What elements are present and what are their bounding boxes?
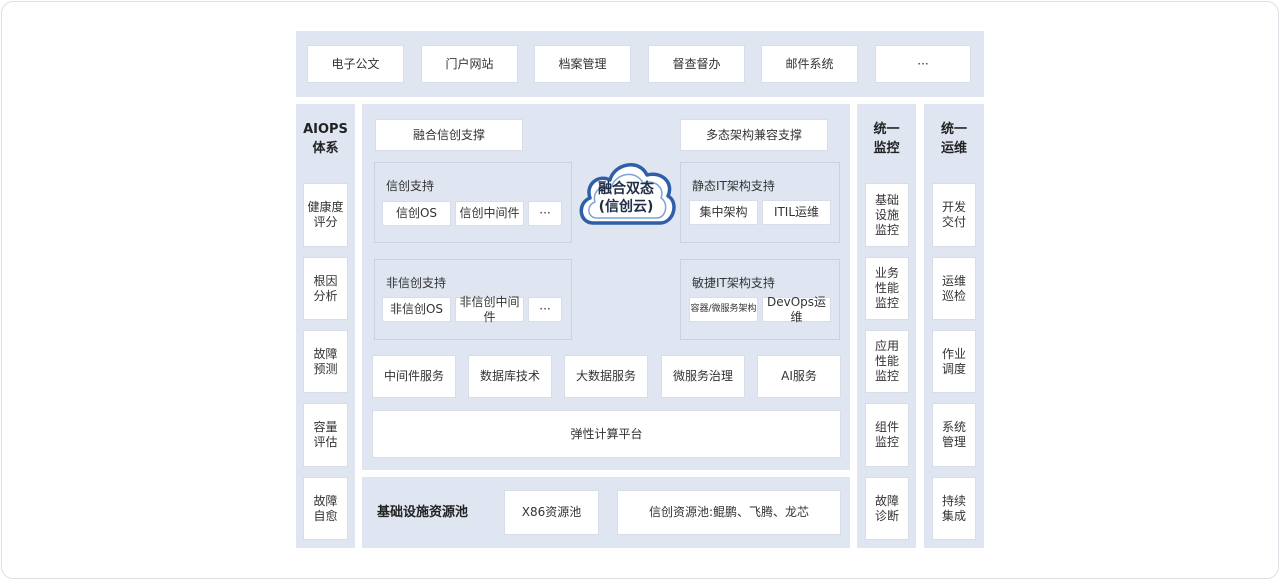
non-xinchuang-support-title: 非信创支持 xyxy=(386,276,447,290)
monitor-item-text: 性能 xyxy=(874,281,899,295)
aiops-item-fault-predict: 故障 预测 xyxy=(303,330,348,393)
ai-service-box: AI服务 xyxy=(757,355,841,398)
aiops-item-text: 故障 xyxy=(313,346,338,361)
monitor-item-text: 业务 xyxy=(874,266,899,280)
ops-item-dev-delivery: 开发 交付 xyxy=(932,183,976,247)
monitor-item-text: 故障 xyxy=(874,493,899,508)
app-box-more: ··· xyxy=(875,45,971,83)
aiops-item-text: 预测 xyxy=(313,361,338,376)
monitor-title-line2: 监控 xyxy=(873,140,900,156)
monitor-title: 统一 监控 xyxy=(857,121,916,159)
app-box-mail: 邮件系统 xyxy=(761,45,858,83)
monitor-item-text: 监控 xyxy=(874,296,899,310)
non-xinchuang-more-box: ··· xyxy=(528,297,562,322)
app-box-supervision: 督查督办 xyxy=(648,45,745,83)
monitor-item-business: 业务 性能 监控 xyxy=(865,257,909,320)
aiops-title-line1: AIOPS xyxy=(303,122,348,137)
xinchuang-support-button: 融合信创支撑 xyxy=(375,119,523,151)
cloud-label: 融合双态 (信创云) xyxy=(580,180,672,216)
aiops-item-text: 评分 xyxy=(313,215,338,229)
xinchuang-pool-box: 信创资源池:鲲鹏、飞腾、龙芯 xyxy=(617,490,841,535)
ops-item-job-scheduling: 作业 调度 xyxy=(932,330,976,393)
ops-item-text: 持续 xyxy=(941,493,966,508)
app-box-portal: 门户网站 xyxy=(421,45,518,83)
app-box-archive: 档案管理 xyxy=(534,45,631,83)
static-it-title: 静态IT架构支持 xyxy=(692,179,775,193)
non-xinchuang-middleware-box: 非信创中间件 xyxy=(455,295,524,324)
ops-item-text: 集成 xyxy=(941,508,966,523)
monitor-item-text: 应用 xyxy=(874,339,899,353)
monitor-item-text: 监控 xyxy=(874,222,899,237)
aiops-item-text: 根因 xyxy=(313,273,338,288)
elastic-compute-platform: 弹性计算平台 xyxy=(372,410,841,458)
ops-item-ci: 持续 集成 xyxy=(932,477,976,540)
ops-item-text: 运维 xyxy=(941,273,966,288)
centralized-arch-box: 集中架构 xyxy=(689,200,758,225)
monitor-item-text: 诊断 xyxy=(874,508,899,523)
ops-item-text: 交付 xyxy=(941,215,966,229)
ops-item-system-mgmt: 系统 管理 xyxy=(932,403,976,467)
itil-ops-box: ITIL运维 xyxy=(762,200,831,225)
agile-it-title: 敏捷IT架构支持 xyxy=(692,276,775,290)
monitor-item-fault-diagnosis: 故障 诊断 xyxy=(865,477,909,540)
monitor-title-line1: 统一 xyxy=(873,122,900,137)
monitor-item-text: 监控 xyxy=(874,435,899,449)
xinchuang-os-box: 信创OS xyxy=(382,201,451,226)
x86-pool-box: X86资源池 xyxy=(504,490,599,535)
app-box-e-document: 电子公文 xyxy=(307,45,404,83)
ops-title: 统一 运维 xyxy=(924,121,984,159)
microservice-governance-box: 微服务治理 xyxy=(661,355,745,398)
cloud-label-line2: (信创云) xyxy=(598,199,654,216)
ops-item-text: 调度 xyxy=(941,361,966,376)
middleware-service-box: 中间件服务 xyxy=(372,355,456,398)
aiops-item-text: 健康度 xyxy=(307,200,344,214)
aiops-item-health-score: 健康度 评分 xyxy=(303,183,348,247)
monitor-item-application: 应用 性能 监控 xyxy=(865,330,909,393)
ops-title-line1: 统一 xyxy=(940,122,967,137)
aiops-item-capacity: 容量 评估 xyxy=(303,403,348,467)
aiops-item-self-heal: 故障 自愈 xyxy=(303,477,348,540)
ops-title-line2: 运维 xyxy=(940,140,967,156)
ops-item-text: 巡检 xyxy=(941,288,966,303)
monitor-item-text: 组件 xyxy=(874,420,899,434)
aiops-item-text: 故障 xyxy=(313,493,338,508)
multi-arch-support-button: 多态架构兼容支撑 xyxy=(680,119,828,151)
ops-item-inspection: 运维 巡检 xyxy=(932,257,976,320)
aiops-title: AIOPS 体系 xyxy=(296,121,355,159)
ops-item-text: 系统 xyxy=(941,420,966,434)
monitor-item-infra: 基础 设施 监控 xyxy=(865,183,909,247)
monitor-item-component: 组件 监控 xyxy=(865,403,909,467)
aiops-title-line2: 体系 xyxy=(312,140,339,156)
aiops-item-root-cause: 根因 分析 xyxy=(303,257,348,320)
container-microservice-box: 容器/微服务架构 xyxy=(689,297,758,322)
bigdata-service-box: 大数据服务 xyxy=(564,355,648,398)
xinchuang-more-box: ··· xyxy=(528,201,562,226)
aiops-item-text: 分析 xyxy=(313,288,338,303)
ops-item-text: 作业 xyxy=(941,346,966,361)
ops-item-text: 开发 xyxy=(941,200,966,214)
monitor-item-text: 监控 xyxy=(874,369,899,383)
devops-ops-box: DevOps运维 xyxy=(762,295,831,324)
aiops-item-text: 容量 xyxy=(313,420,338,434)
monitor-item-text: 基础 xyxy=(874,192,899,207)
xinchuang-support-title: 信创支持 xyxy=(386,179,435,193)
cloud-label-line1: 融合双态 xyxy=(598,181,654,197)
aiops-item-text: 自愈 xyxy=(313,508,338,523)
infra-title: 基础设施资源池 xyxy=(377,505,469,520)
ops-item-text: 管理 xyxy=(941,435,966,449)
monitor-item-text: 性能 xyxy=(874,354,899,368)
monitor-item-text: 设施 xyxy=(874,207,899,222)
database-tech-box: 数据库技术 xyxy=(468,355,552,398)
aiops-item-text: 评估 xyxy=(313,435,338,449)
non-xinchuang-os-box: 非信创OS xyxy=(382,297,451,322)
xinchuang-middleware-box: 信创中间件 xyxy=(455,201,524,226)
